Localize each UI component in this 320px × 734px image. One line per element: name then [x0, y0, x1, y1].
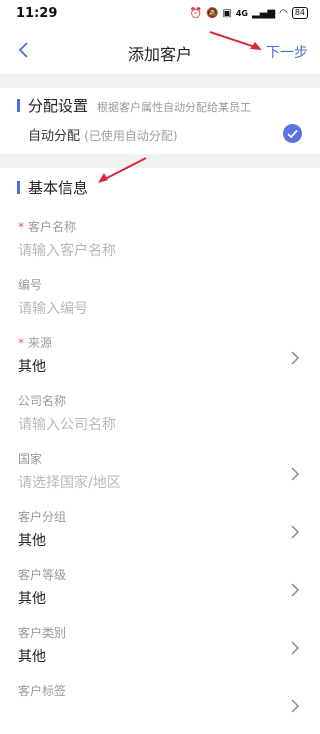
mute-icon: 🔕	[205, 7, 219, 19]
field-label-text: 公司名称	[18, 394, 67, 408]
section-divider	[0, 74, 320, 88]
form-field-row[interactable]: 编号 请输入编号	[0, 270, 320, 328]
nav-bar: 添加客户 下一步	[0, 28, 320, 74]
field-value[interactable]: 其他	[18, 356, 46, 376]
assign-settings-section: 分配设置 根据客户属性自动分配给某员工 自动分配 (已使用自动分配)	[0, 88, 320, 154]
next-step-button[interactable]: 下一步	[266, 42, 308, 62]
status-bar: 11:29 ⏰ 🔕 ▣ 4G ▂▄▆ ◠ 84	[0, 0, 320, 28]
form-field-row[interactable]: 客户类别 其他	[0, 618, 320, 676]
form-field-row[interactable]: 客户等级 其他	[0, 560, 320, 618]
auto-assign-hint: (已使用自动分配)	[84, 129, 178, 143]
chevron-right-icon[interactable]	[290, 698, 300, 714]
battery-icon: 84	[291, 7, 308, 19]
chevron-right-icon[interactable]	[290, 350, 300, 366]
field-label-text: 客户标签	[18, 684, 67, 698]
field-value[interactable]: 其他	[18, 646, 46, 666]
checkmark-icon	[287, 129, 298, 139]
required-marker: *	[18, 220, 24, 234]
field-input-placeholder[interactable]: 请输入公司名称	[18, 414, 116, 434]
status-icons: ⏰ 🔕 ▣ 4G ▂▄▆ ◠ 84	[189, 7, 308, 19]
form-field-row[interactable]: 国家请选择国家/地区	[0, 444, 320, 502]
field-label: 国家	[18, 450, 42, 467]
field-value[interactable]: 其他	[18, 530, 46, 550]
section-accent-bar	[17, 181, 20, 194]
field-label-text: 客户名称	[28, 220, 77, 234]
field-input-placeholder[interactable]: 请输入编号	[18, 298, 88, 318]
signal-icon: ▂▄▆	[252, 7, 276, 19]
nfc-icon: ▣	[222, 7, 232, 19]
auto-assign-row[interactable]: 自动分配 (已使用自动分配)	[28, 125, 178, 144]
field-label: 客户标签	[18, 682, 66, 699]
field-label: 客户类别	[18, 624, 66, 641]
form-field-row[interactable]: 公司名称请输入公司名称	[0, 386, 320, 444]
field-label: * 来源	[18, 334, 52, 351]
form-field-row[interactable]: 客户分组 其他	[0, 502, 320, 560]
network-type: 4G	[235, 8, 248, 18]
field-label: 编号	[18, 276, 42, 293]
form-field-row[interactable]: 客户标签	[0, 676, 320, 734]
section-divider	[0, 154, 320, 168]
field-label: 客户等级	[18, 566, 66, 583]
basic-info-section: 基本信息 * 客户名称 请输入客户名称 编号 请输入编号 * 来源 其他 公司名称 请输入公司名称…	[0, 168, 320, 713]
field-label: 客户分组	[18, 508, 66, 525]
field-label: 公司名称	[18, 392, 66, 409]
field-label-text: 客户分组	[18, 510, 67, 524]
section-accent-bar	[17, 99, 20, 112]
chevron-right-icon[interactable]	[290, 640, 300, 656]
auto-assign-checkbox[interactable]	[283, 124, 302, 143]
required-marker: *	[18, 336, 24, 350]
wifi-icon: ◠	[279, 7, 288, 19]
field-value[interactable]: 其他	[18, 588, 46, 608]
field-label-text: 编号	[18, 278, 43, 292]
field-label-text: 来源	[28, 336, 53, 350]
form-field-row[interactable]: * 来源其他	[0, 328, 320, 386]
field-label-text: 客户类别	[18, 626, 67, 640]
auto-assign-label: 自动分配	[28, 129, 81, 144]
field-label-text: 国家	[18, 452, 43, 466]
chevron-right-icon[interactable]	[290, 524, 300, 540]
alarm-icon: ⏰	[189, 7, 202, 19]
field-label-text: 客户等级	[18, 568, 67, 582]
assign-settings-hint: 根据客户属性自动分配给某员工	[97, 101, 251, 114]
basic-info-title: 基本信息	[28, 179, 89, 197]
form-field-row[interactable]: * 客户名称请输入客户名称	[0, 212, 320, 270]
field-input-placeholder[interactable]: 请输入客户名称	[18, 240, 116, 260]
status-time: 11:29	[16, 6, 58, 21]
assign-settings-title: 分配设置	[28, 97, 89, 115]
chevron-right-icon[interactable]	[290, 582, 300, 598]
field-label: * 客户名称	[18, 218, 76, 235]
field-input-placeholder[interactable]: 请选择国家/地区	[18, 472, 121, 492]
chevron-right-icon[interactable]	[290, 466, 300, 482]
